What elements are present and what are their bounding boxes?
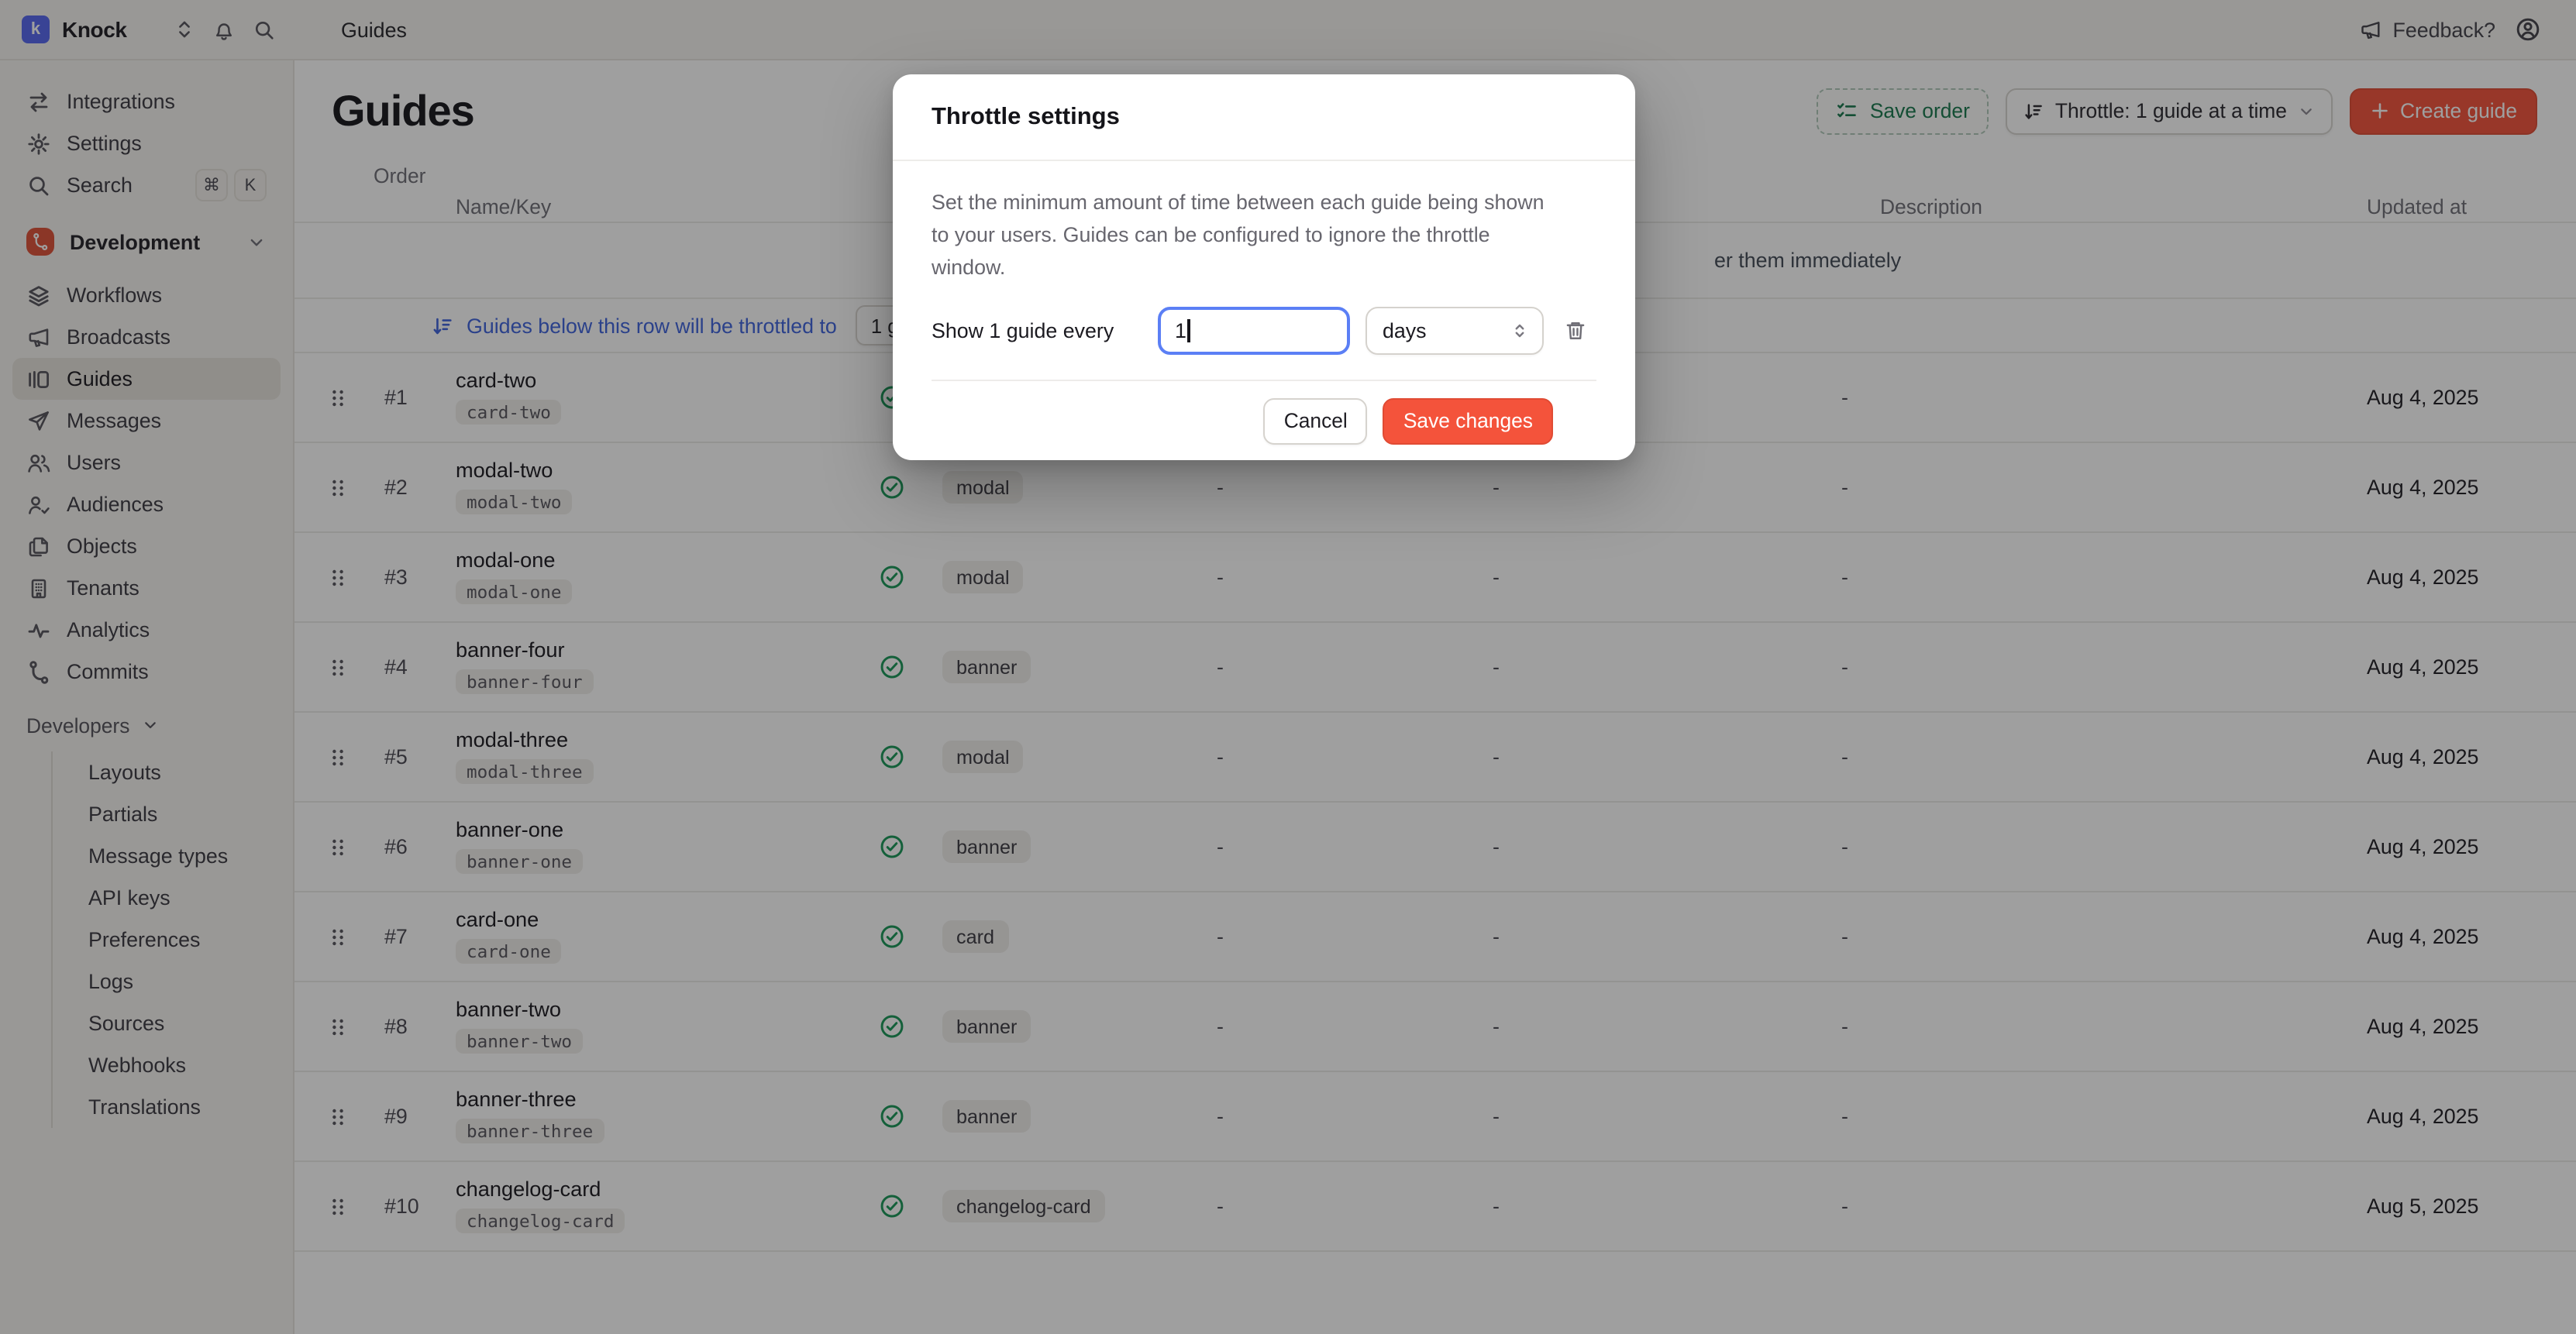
remove-throttle-button[interactable] xyxy=(1564,319,1587,342)
select-stepper-icon xyxy=(1510,321,1530,341)
cancel-label: Cancel xyxy=(1284,409,1348,432)
save-changes-button[interactable]: Save changes xyxy=(1383,397,1553,444)
throttle-unit-select[interactable]: days xyxy=(1365,307,1544,355)
modal-title: Throttle settings xyxy=(932,103,1120,131)
save-changes-label: Save changes xyxy=(1403,409,1533,432)
cancel-button[interactable]: Cancel xyxy=(1264,397,1368,444)
trash-icon xyxy=(1564,319,1587,342)
throttle-field-label: Show 1 guide every xyxy=(932,319,1158,342)
text-cursor xyxy=(1188,319,1190,342)
throttle-value: 1 xyxy=(1175,319,1186,342)
throttle-settings-modal: Throttle settings Set the minimum amount… xyxy=(893,74,1635,460)
throttle-unit-value: days xyxy=(1383,319,1427,342)
modal-description: Set the minimum amount of time between e… xyxy=(932,186,1567,284)
throttle-value-input[interactable]: 1 xyxy=(1158,307,1350,355)
